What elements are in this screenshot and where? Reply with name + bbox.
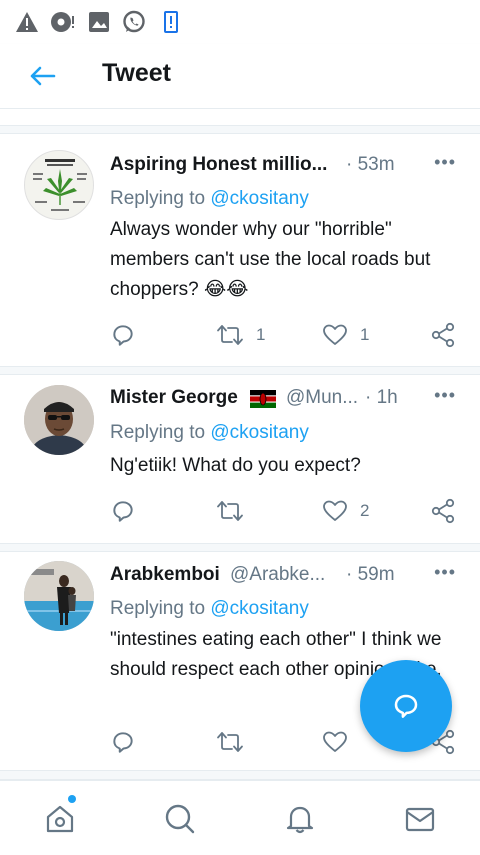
tweet-actions: 2 xyxy=(108,496,458,526)
reply-icon xyxy=(113,325,133,346)
reply-icon xyxy=(113,732,133,753)
app-bar: Tweet xyxy=(0,44,480,109)
mention-link[interactable]: @ckositany xyxy=(210,598,309,619)
reply-prefix: Replying to xyxy=(110,422,211,443)
home-icon xyxy=(46,805,74,833)
mention-link[interactable]: @ckositany xyxy=(210,422,309,443)
pool-photo-avatar[interactable] xyxy=(24,561,94,631)
retweet-count: 1 xyxy=(256,325,266,344)
image-icon xyxy=(86,9,112,35)
nav-messages[interactable] xyxy=(402,801,438,837)
previous-tweet-remnant xyxy=(0,109,480,125)
nav-home[interactable] xyxy=(42,801,78,837)
user-name[interactable]: Mister George xyxy=(110,387,238,409)
user-name[interactable]: Aspiring Honest millio... xyxy=(110,154,327,176)
reply-icon xyxy=(113,501,133,522)
phone-alert-icon xyxy=(158,9,184,35)
reply-prefix: Replying to xyxy=(110,598,211,619)
like-count: 1 xyxy=(360,325,370,344)
kenya-flag xyxy=(250,390,276,408)
tweet-actions: 1 1 xyxy=(108,320,458,350)
reply-button[interactable] xyxy=(110,727,136,757)
status-bar xyxy=(0,0,480,44)
share-button[interactable] xyxy=(430,320,456,350)
nav-search[interactable] xyxy=(162,801,198,837)
reply-prefix: Replying to xyxy=(110,188,211,209)
like-button[interactable]: 2 xyxy=(322,496,369,526)
replying-to: Replying to @ckositany xyxy=(110,598,309,620)
reply-button[interactable] xyxy=(110,496,136,526)
replying-to: Replying to @ckositany xyxy=(110,422,309,444)
compose-reply-button[interactable] xyxy=(360,660,452,752)
heart-icon xyxy=(323,500,347,521)
divider xyxy=(0,366,480,375)
retweet-icon xyxy=(217,325,243,345)
like-button[interactable]: 1 xyxy=(322,320,369,350)
whatsapp-icon xyxy=(121,9,147,35)
mention-link[interactable]: @ckositany xyxy=(210,188,309,209)
search-icon xyxy=(165,804,195,834)
user-handle[interactable]: @Mun... xyxy=(286,387,358,409)
more-options-icon[interactable]: ••• xyxy=(432,385,456,409)
record-icon xyxy=(50,9,76,35)
more-options-icon[interactable]: ••• xyxy=(432,562,456,586)
reply-tweet[interactable]: Mister George @Mun... · 1h ••• Replying … xyxy=(0,375,480,543)
tweet-time: · 1h xyxy=(365,387,398,408)
share-icon xyxy=(431,498,455,524)
reply-tweet[interactable]: Aspiring Honest millio... · 53m ••• Repl… xyxy=(0,134,480,366)
tweet-time: · 53m xyxy=(346,154,395,175)
retweet-icon xyxy=(217,732,243,752)
arrow-left-icon xyxy=(30,66,56,86)
divider xyxy=(0,543,480,552)
like-button[interactable] xyxy=(322,727,360,757)
more-options-icon[interactable]: ••• xyxy=(432,152,456,176)
compose-reply-icon xyxy=(394,694,418,718)
user-name[interactable]: Arabkemboi xyxy=(110,564,220,586)
notifications-icon xyxy=(286,806,314,834)
heart-icon xyxy=(323,731,347,752)
heart-icon xyxy=(323,324,347,345)
share-button[interactable] xyxy=(430,496,456,526)
share-icon xyxy=(431,322,455,348)
retweet-icon xyxy=(217,501,243,521)
like-count: 2 xyxy=(360,501,370,520)
retweet-button[interactable]: 1 xyxy=(216,320,265,350)
tweet-time: · 59m xyxy=(346,564,395,585)
tweet-text: Always wonder why our "horrible" members… xyxy=(110,219,431,300)
nav-notifications[interactable] xyxy=(282,801,318,837)
divider xyxy=(0,125,480,134)
man-with-cap-avatar[interactable] xyxy=(24,385,94,455)
notification-dot xyxy=(68,795,76,803)
tweet-text: Ng'etiik! What do you expect? xyxy=(110,455,361,476)
retweet-button[interactable] xyxy=(216,727,256,757)
divider xyxy=(0,770,480,780)
back-button[interactable] xyxy=(26,62,60,90)
page-title: Tweet xyxy=(102,59,171,87)
replying-to: Replying to @ckositany xyxy=(110,188,309,210)
warning-icon xyxy=(14,9,40,35)
marijuana-poster-avatar[interactable] xyxy=(24,150,94,220)
messages-icon xyxy=(405,807,435,832)
retweet-button[interactable] xyxy=(216,496,256,526)
reply-button[interactable] xyxy=(110,320,136,350)
user-handle[interactable]: @Arabke... xyxy=(230,564,325,586)
bottom-navigation xyxy=(0,780,480,855)
